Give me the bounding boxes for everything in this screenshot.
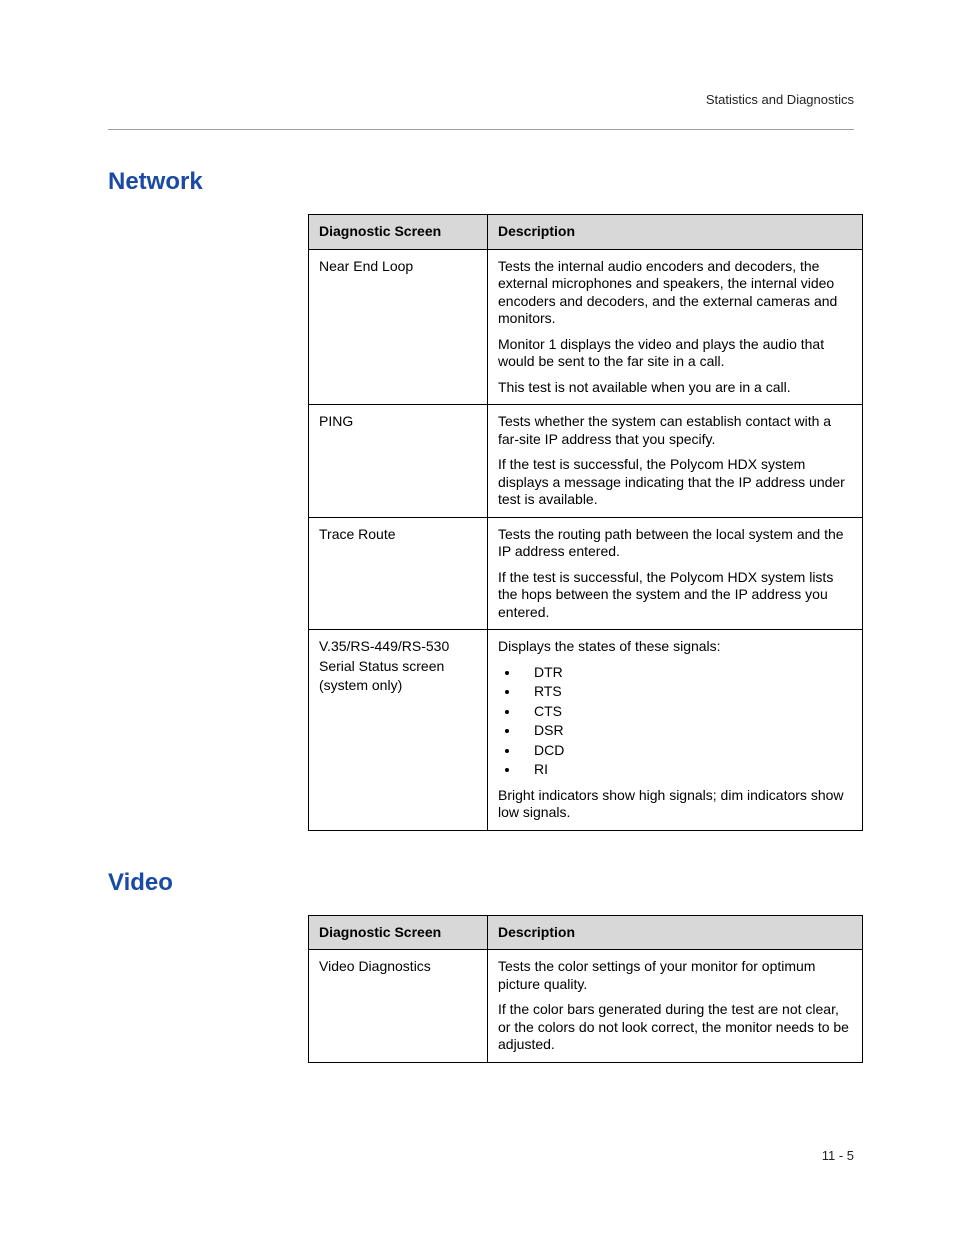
cell-description: Tests the routing path between the local… <box>488 517 863 630</box>
cell-description: Displays the states of these signals: DT… <box>488 630 863 831</box>
paragraph: Bright indicators show high signals; dim… <box>498 787 852 822</box>
paragraph: Tests the color settings of your monitor… <box>498 958 852 993</box>
list-item: CTS <box>520 703 852 721</box>
col-header-diagnostic-screen: Diagnostic Screen <box>309 215 488 250</box>
table-row: PING Tests whether the system can establ… <box>309 405 863 518</box>
table-row: Near End Loop Tests the internal audio e… <box>309 249 863 405</box>
table-header-row: Diagnostic Screen Description <box>309 915 863 950</box>
list-item: RI <box>520 761 852 779</box>
page-number: 11 - 5 <box>822 1148 854 1163</box>
cell-line: (system only) <box>319 677 477 695</box>
paragraph: Monitor 1 displays the video and plays t… <box>498 336 852 371</box>
breadcrumb: Statistics and Diagnostics <box>108 92 854 107</box>
cell-description: Tests the color settings of your monitor… <box>488 950 863 1063</box>
cell-screen: PING <box>309 405 488 518</box>
col-header-description: Description <box>488 215 863 250</box>
paragraph: Tests the internal audio encoders and de… <box>498 258 852 328</box>
paragraph: Displays the states of these signals: <box>498 638 852 656</box>
cell-line: Serial Status screen <box>319 658 477 676</box>
paragraph: If the color bars generated during the t… <box>498 1001 852 1054</box>
signal-list: DTR RTS CTS DSR DCD RI <box>498 664 852 779</box>
cell-description: Tests whether the system can establish c… <box>488 405 863 518</box>
section-heading-network: Network <box>108 168 854 196</box>
paragraph: Tests whether the system can establish c… <box>498 413 852 448</box>
section-heading-video: Video <box>108 869 854 897</box>
list-item: DTR <box>520 664 852 682</box>
cell-screen: Trace Route <box>309 517 488 630</box>
table-row: Trace Route Tests the routing path betwe… <box>309 517 863 630</box>
paragraph: Tests the routing path between the local… <box>498 526 852 561</box>
col-header-diagnostic-screen: Diagnostic Screen <box>309 915 488 950</box>
paragraph: This test is not available when you are … <box>498 379 852 397</box>
network-table: Diagnostic Screen Description Near End L… <box>308 214 863 831</box>
cell-screen: V.35/RS-449/RS-530 Serial Status screen … <box>309 630 488 831</box>
cell-screen: Near End Loop <box>309 249 488 405</box>
table-row: Video Diagnostics Tests the color settin… <box>309 950 863 1063</box>
table-header-row: Diagnostic Screen Description <box>309 215 863 250</box>
cell-screen: Video Diagnostics <box>309 950 488 1063</box>
video-table: Diagnostic Screen Description Video Diag… <box>308 915 863 1063</box>
paragraph: If the test is successful, the Polycom H… <box>498 569 852 622</box>
col-header-description: Description <box>488 915 863 950</box>
list-item: DCD <box>520 742 852 760</box>
cell-line: V.35/RS-449/RS-530 <box>319 638 477 656</box>
table-row: V.35/RS-449/RS-530 Serial Status screen … <box>309 630 863 831</box>
header-rule <box>108 129 854 130</box>
list-item: RTS <box>520 683 852 701</box>
paragraph: If the test is successful, the Polycom H… <box>498 456 852 509</box>
list-item: DSR <box>520 722 852 740</box>
cell-description: Tests the internal audio encoders and de… <box>488 249 863 405</box>
